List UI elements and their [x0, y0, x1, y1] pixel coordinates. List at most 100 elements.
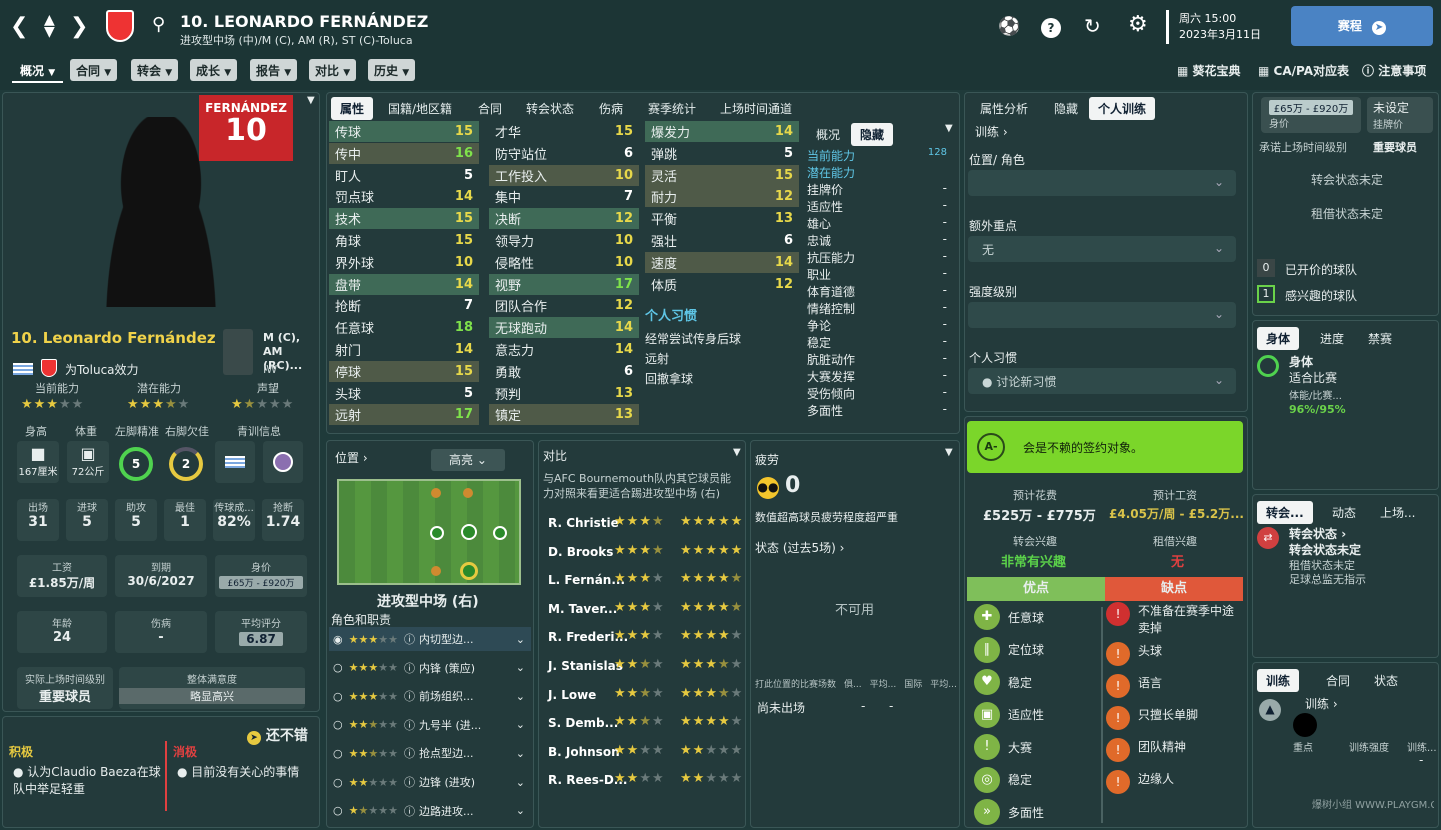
- attr-row[interactable]: 勇敢 6: [489, 361, 639, 382]
- radio-icon[interactable]: ○: [333, 661, 343, 674]
- pos-role-select[interactable]: ⌄: [968, 170, 1236, 196]
- back-icon[interactable]: ❮: [10, 16, 28, 38]
- attr-row[interactable]: 预判 13: [489, 383, 639, 404]
- radio-icon[interactable]: ○: [333, 747, 343, 760]
- attr-row[interactable]: 爆发力 14: [645, 121, 799, 142]
- attr-row[interactable]: 团队合作 12: [489, 295, 639, 316]
- chevron-down-icon[interactable]: ⌄: [516, 661, 525, 674]
- compare-player[interactable]: J. Stanislas: [548, 659, 623, 673]
- compare-player[interactable]: M. Taver...: [548, 602, 617, 616]
- search-icon[interactable]: ⚲: [152, 16, 165, 34]
- radio-icon[interactable]: ○: [333, 804, 343, 817]
- intensity-select[interactable]: ⌄: [968, 302, 1236, 328]
- radio-icon[interactable]: ○: [333, 718, 343, 731]
- nav-reports[interactable]: 报告 ▼: [250, 59, 298, 81]
- compare-player[interactable]: R. Christie: [548, 516, 619, 530]
- tab-playtime-2[interactable]: 上场...: [1371, 501, 1424, 524]
- info-icon[interactable]: ⓘ: [404, 745, 415, 761]
- attr-row[interactable]: 决断 12: [489, 208, 639, 230]
- tab-train[interactable]: 训练: [1257, 669, 1300, 692]
- chevron-down-icon[interactable]: ⌄: [516, 718, 525, 731]
- forward-icon[interactable]: ❯: [70, 16, 88, 38]
- highlight-dropdown[interactable]: 高亮 ⌄: [431, 449, 505, 471]
- tab-activity[interactable]: 动态: [1323, 501, 1365, 524]
- role-row[interactable]: ○ ★★★★★ ⓘ 前场组织... ⌄: [329, 684, 531, 708]
- tab-playtime[interactable]: 上场时间通道: [711, 97, 801, 120]
- nav-transfer[interactable]: 转会 ▼: [131, 59, 179, 81]
- radio-icon[interactable]: ◉: [333, 633, 343, 646]
- chevron-down-icon[interactable]: ⌄: [516, 633, 525, 646]
- info-icon[interactable]: ⓘ: [404, 774, 415, 790]
- radio-icon[interactable]: ○: [333, 776, 343, 789]
- notes-link[interactable]: ⓘ 注意事项: [1362, 62, 1426, 79]
- role-row[interactable]: ○ ★★★★★ ⓘ 内锋 (策应) ⌄: [329, 656, 531, 680]
- attr-row[interactable]: 盯人 5: [329, 165, 479, 186]
- chevron-down-icon[interactable]: ▼: [945, 123, 953, 134]
- attr-row[interactable]: 传中 16: [329, 142, 479, 164]
- info-icon[interactable]: ⓘ: [404, 688, 415, 704]
- attr-row[interactable]: 才华 15: [489, 121, 639, 142]
- tab-status[interactable]: 状态: [1365, 669, 1407, 692]
- tab-contract-2[interactable]: 合同: [1317, 669, 1359, 692]
- attr-row[interactable]: 抢断 7: [329, 295, 479, 316]
- nav-contract[interactable]: 合同 ▼: [70, 59, 118, 81]
- compare-player[interactable]: D. Brooks: [548, 545, 613, 559]
- role-row[interactable]: ○ ★★★★★ ⓘ 边路进攻... ⌄: [329, 799, 531, 823]
- tab-suspension[interactable]: 禁赛: [1359, 327, 1401, 350]
- tab-transfer-status[interactable]: 转会状态: [517, 97, 583, 120]
- train-title[interactable]: 训练 ›: [1305, 695, 1338, 712]
- guide-link[interactable]: ▦ 葵花宝典: [1177, 62, 1241, 79]
- tab-hidden[interactable]: 隐藏: [851, 123, 894, 146]
- nav-history[interactable]: 历史 ▼: [368, 59, 416, 81]
- focus-select[interactable]: 无 ⌄: [968, 236, 1236, 262]
- role-row[interactable]: ○ ★★★★★ ⓘ 九号半 (进... ⌄: [329, 713, 531, 737]
- attr-row[interactable]: 体质 12: [645, 274, 799, 295]
- attr-row[interactable]: 射门 14: [329, 339, 479, 360]
- attr-row[interactable]: 速度 14: [645, 251, 799, 273]
- tab-contract[interactable]: 合同: [469, 97, 511, 120]
- nav-compare[interactable]: 对比 ▼: [309, 59, 357, 81]
- help-icon[interactable]: ?: [1041, 18, 1061, 38]
- role-row[interactable]: ◉ ★★★★★ ⓘ 内切型边... ⌄: [329, 627, 531, 651]
- tab-physical[interactable]: 身体: [1257, 327, 1300, 350]
- capa-link[interactable]: ▦ CA/PA对应表: [1258, 62, 1349, 79]
- radio-icon[interactable]: ○: [333, 690, 343, 703]
- role-row[interactable]: ○ ★★★★★ ⓘ 抢点型边... ⌄: [329, 741, 531, 765]
- attr-row[interactable]: 防守站位 6: [489, 143, 639, 164]
- attr-row[interactable]: 角球 15: [329, 230, 479, 251]
- tab-injuries[interactable]: 伤病: [590, 97, 632, 120]
- form-title[interactable]: 状态 (过去5场) ›: [755, 539, 844, 556]
- tab-hidden-2[interactable]: 隐藏: [1045, 97, 1087, 120]
- attr-row[interactable]: 意志力 14: [489, 339, 639, 360]
- attr-row[interactable]: 技术 15: [329, 208, 479, 230]
- compare-player[interactable]: J. Lowe: [548, 688, 596, 702]
- attr-row[interactable]: 头球 5: [329, 383, 479, 404]
- attr-row[interactable]: 领导力 10: [489, 230, 639, 251]
- role-row[interactable]: ○ ★★★★★ ⓘ 边锋 (进攻) ⌄: [329, 770, 531, 794]
- tab-transfer[interactable]: 转会...: [1257, 501, 1313, 524]
- chevron-down-icon[interactable]: ▼: [733, 447, 741, 458]
- attr-row[interactable]: 视野 17: [489, 273, 639, 295]
- compare-player[interactable]: S. Demb...: [548, 716, 618, 730]
- tab-season-stats[interactable]: 赛季统计: [639, 97, 705, 120]
- attr-row[interactable]: 弹跳 5: [645, 143, 799, 164]
- attr-row[interactable]: 任意球 18: [329, 317, 479, 338]
- tab-attr-analysis[interactable]: 属性分析: [971, 97, 1037, 120]
- tab-nationality[interactable]: 国籍/地区籍: [379, 97, 461, 120]
- refresh-icon[interactable]: ↻: [1084, 16, 1101, 36]
- attr-row[interactable]: 镇定 13: [489, 404, 639, 426]
- attr-row[interactable]: 无球跑动 14: [489, 317, 639, 339]
- chevron-down-icon[interactable]: ▼: [307, 95, 315, 106]
- attr-row[interactable]: 工作投入 10: [489, 164, 639, 186]
- ball-icon[interactable]: ⚽: [998, 18, 1020, 36]
- attr-row[interactable]: 集中 7: [489, 186, 639, 207]
- attr-row[interactable]: 耐力 12: [645, 186, 799, 208]
- info-icon[interactable]: ⓘ: [404, 717, 415, 733]
- info-icon[interactable]: ⓘ: [404, 803, 415, 819]
- attr-row[interactable]: 罚点球 14: [329, 186, 479, 207]
- attr-row[interactable]: 界外球 10: [329, 252, 479, 273]
- attr-row[interactable]: 平衡 13: [645, 208, 799, 229]
- trait-select[interactable]: ● 讨论新习惯 ⌄: [968, 368, 1236, 394]
- info-icon[interactable]: ⓘ: [404, 631, 415, 647]
- tab-personal-training[interactable]: 个人训练: [1089, 97, 1156, 120]
